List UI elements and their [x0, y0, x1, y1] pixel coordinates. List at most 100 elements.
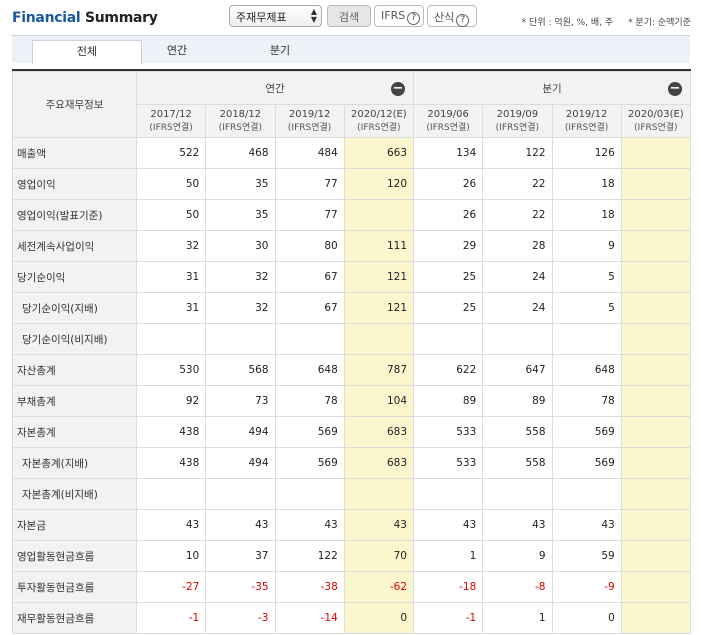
table-cell: 50: [135, 168, 207, 200]
table-cell: 558: [482, 447, 553, 479]
table-cell: [551, 323, 622, 355]
table-cell: [620, 199, 692, 231]
table-cell: -62: [343, 571, 415, 603]
table-cell: [343, 199, 415, 231]
table-cell: 104: [343, 385, 415, 417]
period-date: 2020/03(E): [628, 108, 684, 120]
table-cell: 43: [205, 509, 276, 541]
table-cell: 24: [482, 292, 553, 324]
table-cell: 568: [205, 354, 276, 386]
title-financial: Financial: [12, 10, 81, 26]
table-cell: 121: [343, 292, 415, 324]
table-row: 자본금 43 43 43 43 43 43 43: [12, 509, 692, 541]
table-cell: [205, 478, 276, 510]
table-cell: 569: [274, 416, 345, 448]
table-row: 영업이익 50 35 77 120 26 22 18: [12, 168, 692, 200]
table-cell: 32: [205, 261, 276, 293]
period-header: 2019/12 (IFRS연결): [274, 104, 345, 138]
financial-summary-table: 주요재무정보 연간 − 분기 − 2017/12 (IFRS연결) 2018/12 (…: [12, 69, 692, 634]
period-header: 2019/06 (IFRS연결): [412, 104, 484, 138]
question-icon: ?: [456, 14, 470, 27]
table-cell: 569: [551, 447, 622, 479]
group-quarter-header: 분기 −: [413, 71, 691, 105]
group-quarter-label: 분기: [542, 82, 562, 95]
row-label: 매출액: [12, 137, 137, 169]
table-cell: [620, 602, 692, 634]
period-header: 2020/12(E) (IFRS연결): [343, 104, 415, 138]
ifrs-help-button[interactable]: IFRS?: [374, 5, 424, 27]
table-cell: 92: [135, 385, 207, 417]
table-cell: [620, 292, 692, 324]
table-cell: 18: [551, 168, 622, 200]
table-cell: 43: [482, 509, 553, 541]
row-label: 당기순이익: [12, 261, 137, 293]
collapse-annual-icon[interactable]: −: [391, 82, 405, 96]
ifrs-label: IFRS: [381, 9, 406, 22]
period-date: 2019/12: [565, 108, 608, 120]
table-cell: 35: [205, 199, 276, 231]
table-cell: [205, 323, 276, 355]
formula-label: 산식: [434, 11, 455, 24]
table-cell: -1: [412, 602, 484, 634]
table-cell: 78: [551, 385, 622, 417]
table-cell: 18: [551, 199, 622, 231]
table-cell: [135, 323, 207, 355]
table-cell: [620, 323, 692, 355]
unit-note: * 단위 : 억원, %, 배, 주: [521, 18, 614, 28]
question-icon: ?: [407, 12, 421, 25]
collapse-quarter-icon[interactable]: −: [668, 82, 682, 96]
table-cell: -27: [135, 571, 207, 603]
tab-quarterly[interactable]: 분기: [230, 40, 330, 64]
period-date: 2020/12(E): [351, 108, 407, 120]
table-cell: [620, 478, 692, 510]
table-cell: 1: [412, 540, 484, 572]
table-cell: 111: [343, 230, 415, 262]
table-row: 매출액 522 468 484 663 134 122 126: [12, 137, 692, 169]
table-cell: 25: [412, 261, 484, 293]
top-toolbar: Financial Summary 주재무제표 ▲ ▼ 검색 IFRS? 산식? …: [0, 0, 701, 34]
table-cell: [412, 323, 484, 355]
table-cell: 438: [135, 416, 207, 448]
group-annual-label: 연간: [265, 82, 285, 95]
row-label: 자산총계: [12, 354, 137, 386]
table-cell: 43: [551, 509, 622, 541]
table-cell: 438: [135, 447, 207, 479]
period-date: 2017/12: [150, 108, 192, 120]
table-cell: 22: [482, 168, 553, 200]
select-value: 주재무제표: [236, 11, 287, 24]
table-cell: [620, 137, 692, 169]
tab-annual[interactable]: 연간: [127, 40, 227, 64]
row-header-label: 주요재무정보: [12, 71, 137, 138]
period-date: 2019/06: [427, 108, 469, 120]
table-cell: 468: [205, 137, 276, 169]
period-header: 2020/03(E) (IFRS연결): [620, 104, 692, 138]
page-title: Financial Summary: [12, 10, 158, 26]
period-basis: (IFRS연결): [495, 122, 540, 133]
table-cell: 77: [274, 168, 345, 200]
table-cell: 663: [343, 137, 415, 169]
search-button[interactable]: 검색: [327, 5, 371, 27]
statement-type-select[interactable]: 주재무제표 ▲ ▼: [229, 5, 322, 27]
table-cell: 120: [343, 168, 415, 200]
table-cell: 67: [274, 261, 345, 293]
row-label: 부채총계: [12, 385, 137, 417]
table-cell: 28: [482, 230, 553, 262]
tab-all[interactable]: 전체: [32, 40, 142, 64]
period-header: 2019/12 (IFRS연결): [551, 104, 622, 138]
table-cell: 533: [412, 416, 484, 448]
table-row: 당기순이익(비지배): [12, 323, 692, 355]
select-arrows-icon: ▲ ▼: [310, 7, 317, 24]
row-label: 재무활동현금흐름: [12, 602, 137, 634]
unit-notes: * 단위 : 억원, %, 배, 주 * 분기: 순액기준: [510, 15, 691, 28]
table-cell: [551, 478, 622, 510]
formula-help-button[interactable]: 산식?: [427, 5, 477, 27]
period-basis: (IFRS연결): [426, 122, 470, 133]
table-cell: [343, 323, 415, 355]
table-cell: 89: [412, 385, 484, 417]
period-basis: (IFRS연결): [287, 122, 332, 133]
table-cell: 9: [482, 540, 553, 572]
table-cell: -18: [412, 571, 484, 603]
table-cell: 622: [412, 354, 484, 386]
table-cell: 73: [205, 385, 276, 417]
table-cell: [620, 571, 692, 603]
